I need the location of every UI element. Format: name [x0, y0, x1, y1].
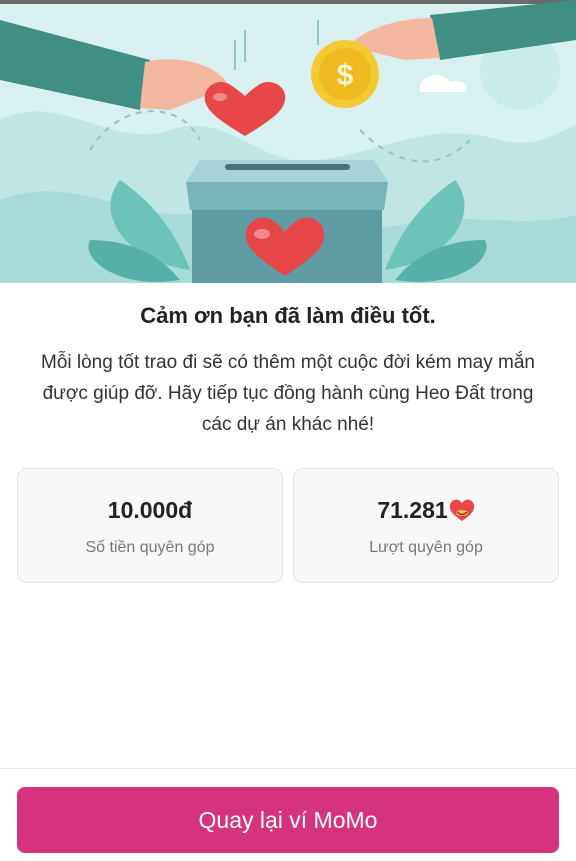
- bottom-action-bar: Quay lại ví MoMo: [0, 768, 576, 861]
- coin-dollar-symbol: $: [337, 59, 354, 92]
- donation-count-label: Lượt quyên góp: [369, 539, 483, 556]
- donation-count-card: 71.281 Lượt quyên góp: [293, 468, 559, 583]
- heart-face-emoji-icon: [449, 498, 475, 528]
- back-to-momo-wallet-button[interactable]: Quay lại ví MoMo: [17, 787, 559, 853]
- page-title: Cảm ơn bạn đã làm điều tốt.: [140, 303, 436, 328]
- donation-count-number: 71.281: [377, 497, 448, 523]
- donation-amount-value: 10.000đ: [107, 497, 193, 523]
- message-line: được giúp đỡ. Hãy tiếp tục đồng hành cùn…: [42, 383, 534, 404]
- thank-you-message: Mỗi lòng tốt trao đi sẽ có thêm một cuộc…: [24, 347, 552, 440]
- donation-illustration: $: [0, 0, 576, 283]
- donation-amount-label: Số tiền quyên góp: [85, 539, 215, 556]
- donation-amount-card: 10.000đ Số tiền quyên góp: [17, 468, 283, 583]
- donation-count-value: 71.281: [294, 497, 558, 528]
- message-line: Mỗi lòng tốt trao đi sẽ có thêm một cuộc…: [41, 352, 535, 373]
- message-line: các dự án khác nhé!: [201, 414, 375, 435]
